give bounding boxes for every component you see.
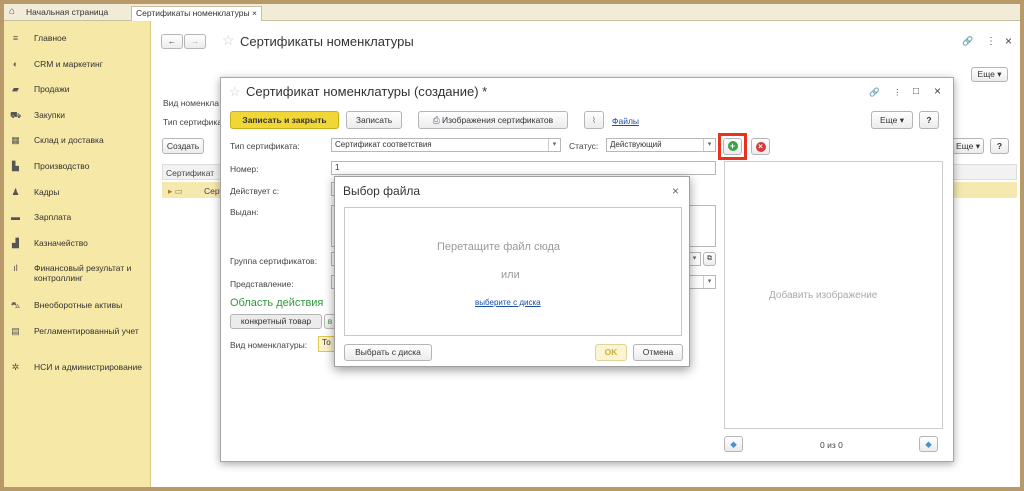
certificate-type-label: Тип сертификата:	[230, 141, 300, 151]
home-icon[interactable]: ⌂	[9, 6, 15, 17]
help-button-list[interactable]: ?	[990, 138, 1009, 154]
save-button[interactable]: Записать	[346, 111, 402, 129]
more-icon[interactable]: ⋮	[893, 87, 902, 98]
file-select-dialog: Выбор файла × Перетащите файл сюда или в…	[334, 176, 690, 367]
bag-icon: ▰	[12, 84, 19, 94]
factory-icon: ▙	[12, 161, 19, 171]
status-select[interactable]: Действующий ▾	[606, 138, 716, 152]
next-image-button[interactable]: ◆	[919, 436, 938, 452]
sidebar: ≡ Главное ◐ CRM и маркетинг ▰ Продажи ⛟ Заку…	[4, 21, 151, 487]
status-label: Статус:	[569, 141, 599, 151]
ok-button[interactable]: OK	[595, 344, 627, 361]
link-icon[interactable]: 🔗	[962, 36, 973, 47]
printer-icon: ⎙	[432, 115, 440, 125]
crm-icon: ◐	[12, 59, 19, 69]
tab-home[interactable]: Начальная страница	[22, 6, 112, 21]
chevron-down-icon: ▾	[703, 139, 715, 151]
number-field[interactable]: 1	[331, 161, 716, 175]
help-button[interactable]: ?	[919, 111, 939, 129]
open-group-button[interactable]: ⧉	[703, 252, 716, 266]
image-counter: 0 из 0	[820, 440, 843, 450]
or-text: или	[501, 269, 520, 281]
more-button-top[interactable]: Еще ▾	[971, 67, 1008, 82]
scope-heading: Область действия	[230, 297, 324, 309]
close-icon[interactable]: ×	[1005, 34, 1012, 48]
close-icon[interactable]: ×	[672, 184, 679, 198]
favorite-icon[interactable]: ☆	[222, 32, 235, 49]
files-link[interactable]: Файлы	[612, 116, 639, 126]
dialog-title: Сертификат номенклатуры (создание) *	[246, 84, 488, 99]
pick-from-disk-link[interactable]: выберите с диска	[475, 298, 541, 307]
more-icon[interactable]: ⋮	[986, 36, 996, 47]
plus-circle-icon: +	[727, 141, 738, 151]
number-label: Номер:	[230, 164, 259, 174]
cart-icon: ⛟	[10, 110, 22, 120]
create-button[interactable]: Создать	[162, 138, 204, 154]
certificate-type-label: Тип сертифика	[163, 117, 223, 127]
arrow-right-icon: ◆	[925, 439, 932, 449]
open-icon: ⧉	[707, 255, 712, 262]
car-icon: ⛍	[10, 300, 21, 310]
drop-hint: Перетащите файл сюда	[437, 241, 561, 253]
paperclip-icon: ⌇	[591, 115, 597, 125]
folder-icon: ▸ ▭	[168, 186, 183, 196]
images-button[interactable]: ⎙ Изображения сертификатов	[418, 111, 568, 129]
page-title: Сертификаты номенклатуры	[240, 34, 414, 49]
forward-button[interactable]: →	[184, 34, 206, 49]
arrow-left-icon: ◆	[730, 439, 737, 449]
attach-button[interactable]: ⌇	[584, 111, 604, 129]
tab-certificates[interactable]: Сертификаты номенклатуры ×	[131, 6, 262, 21]
chevron-down-icon: ▾	[703, 276, 715, 288]
certificate-type-select[interactable]: Сертификат соответствия ▾	[331, 138, 561, 152]
wallet-icon: ▬	[11, 212, 20, 222]
valid-from-label: Действует с:	[230, 186, 280, 196]
certificate-group-label: Группа сертификатов:	[230, 256, 318, 266]
representation-label: Представление:	[230, 279, 294, 289]
link-icon[interactable]: 🔗	[869, 87, 880, 98]
treasury-icon: ▟	[12, 238, 19, 248]
tab-bar: ⌂ Начальная страница Сертификаты номенкл…	[4, 4, 1020, 21]
remove-circle-icon: ×	[755, 142, 766, 152]
settings-icon: ✲	[11, 362, 20, 372]
prev-image-button[interactable]: ◆	[724, 436, 743, 452]
maximize-icon[interactable]: □	[913, 86, 919, 97]
more-button-list[interactable]: Еще ▾	[952, 138, 984, 154]
add-image-button[interactable]: +	[723, 138, 742, 155]
nomenclature-kind-label: Вид номенклатуры:	[230, 340, 308, 350]
cancel-button[interactable]: Отмена	[633, 344, 683, 361]
remove-image-button[interactable]: ×	[751, 138, 770, 155]
save-close-button[interactable]: Записать и закрыть	[230, 111, 339, 129]
chart-icon: ıl	[13, 263, 18, 273]
tab-close-icon[interactable]: ×	[252, 8, 257, 18]
back-button[interactable]: ←	[161, 34, 183, 49]
favorite-icon[interactable]: ☆	[229, 84, 241, 100]
warehouse-icon: ▦	[11, 135, 20, 145]
menu-icon: ≡	[12, 33, 19, 43]
more-button[interactable]: Еще ▾	[871, 111, 913, 129]
chevron-down-icon: ▾	[548, 139, 560, 151]
add-image-placeholder[interactable]: Добавить изображение	[769, 290, 877, 301]
close-icon[interactable]: ×	[934, 84, 941, 98]
specific-product-button[interactable]: конкретный товар	[230, 314, 322, 329]
file-dialog-title: Выбор файла	[343, 184, 421, 198]
report-icon: ▤	[11, 326, 20, 336]
issued-label: Выдан:	[230, 207, 259, 217]
pick-from-disk-button[interactable]: Выбрать с диска	[344, 344, 432, 361]
nomenclature-kind-label: Вид номенкла	[163, 98, 219, 108]
person-icon: ♟	[11, 187, 20, 197]
list-column-header: Сертификат	[166, 168, 215, 178]
